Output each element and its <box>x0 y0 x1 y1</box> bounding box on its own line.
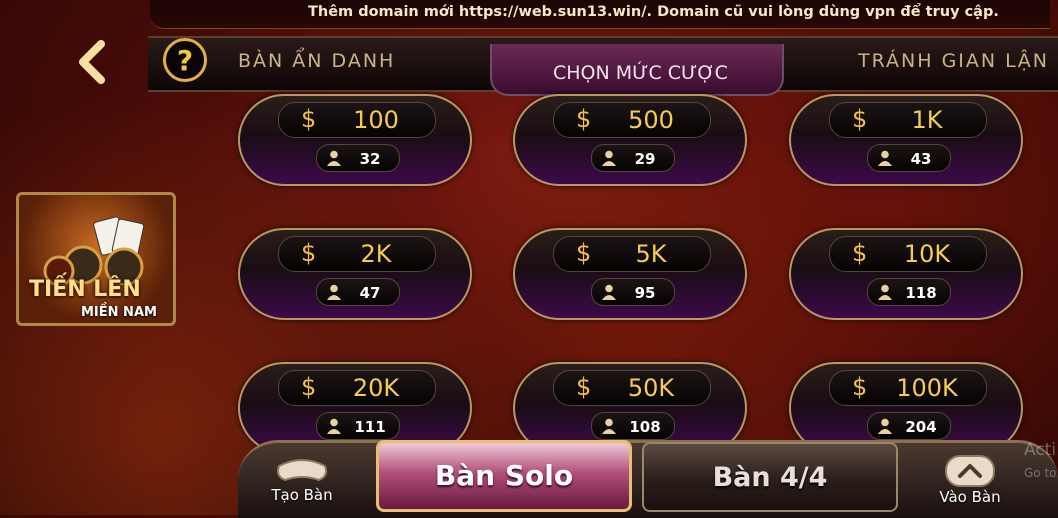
dollar-icon: $ <box>852 239 868 267</box>
player-count-pill: 47 <box>316 278 400 306</box>
player-count: 95 <box>634 284 656 302</box>
join-table-label: Vào Bàn <box>939 488 1001 506</box>
dollar-icon: $ <box>852 373 868 401</box>
four-player-table-label: Bàn 4/4 <box>712 462 828 493</box>
player-count: 204 <box>905 418 937 436</box>
game-logo: TIẾN LÊN MIỀN NAM <box>16 192 176 326</box>
bet-amount: 5K <box>635 240 667 268</box>
chevron-left-icon <box>79 40 105 84</box>
player-count-pill: 32 <box>316 144 400 172</box>
chevron-up-icon <box>945 455 995 487</box>
cards-icon <box>43 216 145 285</box>
bet-card[interactable]: $ 500 29 <box>513 94 747 186</box>
game-logo-title: TIẾN LÊN <box>29 277 141 302</box>
person-icon <box>878 284 892 300</box>
notice-banner: Thêm domain mới https://web.sun13.win/. … <box>150 0 1050 29</box>
person-icon <box>327 150 341 166</box>
create-table-label: Tạo Bàn <box>271 486 333 504</box>
create-table-button[interactable]: Tạo Bàn <box>262 452 342 504</box>
game-logo-subtitle: MIỀN NAM <box>81 305 157 320</box>
four-player-table-button[interactable]: Bàn 4/4 <box>642 442 898 512</box>
bet-amount: 20K <box>352 374 400 402</box>
person-icon <box>602 150 616 166</box>
player-count: 47 <box>359 284 381 302</box>
person-icon <box>327 284 341 300</box>
player-count-pill: 95 <box>591 278 675 306</box>
bet-amount: 2K <box>360 240 392 268</box>
person-icon <box>878 150 892 166</box>
bet-amount: 500 <box>628 106 674 134</box>
notice-text: Thêm domain mới https://web.sun13.win/. … <box>308 4 999 20</box>
bet-amount-pill: $ 10K <box>829 236 987 272</box>
bet-card[interactable]: $ 10K 118 <box>789 228 1023 320</box>
bet-amount-pill: $ 20K <box>278 370 436 406</box>
bet-amount-pill: $ 100 <box>278 102 436 138</box>
bet-card[interactable]: $ 2K 47 <box>238 228 472 320</box>
player-count-pill: 111 <box>316 412 400 440</box>
player-count: 111 <box>354 418 386 436</box>
player-count: 108 <box>629 418 661 436</box>
dollar-icon: $ <box>576 239 592 267</box>
player-count-pill: 118 <box>867 278 951 306</box>
player-count-pill: 43 <box>867 144 951 172</box>
bet-card[interactable]: $ 1K 43 <box>789 94 1023 186</box>
dollar-icon: $ <box>301 105 317 133</box>
bet-amount-pill: $ 50K <box>553 370 711 406</box>
dollar-icon: $ <box>852 105 868 133</box>
bet-amount: 1K <box>911 106 943 134</box>
bet-amount: 100 <box>353 106 399 134</box>
tab-anonymous-table[interactable]: BÀN ẨN DANH <box>238 50 395 72</box>
solo-table-button[interactable]: Bàn Solo <box>376 440 632 512</box>
bet-amount: 50K <box>627 374 675 402</box>
os-watermark-sub: Go to <box>1024 466 1057 480</box>
person-icon <box>878 418 892 434</box>
player-count: 43 <box>910 150 932 168</box>
player-count: 118 <box>905 284 937 302</box>
dollar-icon: $ <box>576 373 592 401</box>
table-icon <box>276 459 328 482</box>
player-count-pill: 108 <box>591 412 675 440</box>
os-watermark: Acti <box>1024 440 1057 460</box>
person-icon <box>602 418 616 434</box>
back-button[interactable] <box>70 38 114 86</box>
bet-amount-pill: $ 5K <box>553 236 711 272</box>
player-count: 29 <box>634 150 656 168</box>
person-icon <box>327 418 341 434</box>
solo-table-label: Bàn Solo <box>434 459 574 492</box>
tab-choose-bet-label: CHỌN MỨC CƯỢC <box>553 62 728 84</box>
bet-amount-pill: $ 2K <box>278 236 436 272</box>
dollar-icon: $ <box>576 105 592 133</box>
bet-amount-pill: $ 100K <box>829 370 987 406</box>
bet-amount-pill: $ 500 <box>553 102 711 138</box>
help-icon: ? <box>176 43 194 77</box>
bet-card[interactable]: $ 5K 95 <box>513 228 747 320</box>
player-count: 32 <box>359 150 381 168</box>
player-count-pill: 204 <box>867 412 951 440</box>
bet-card[interactable]: $ 100 32 <box>238 94 472 186</box>
tab-anti-cheat[interactable]: TRÁNH GIAN LẬN <box>858 50 1049 72</box>
help-button[interactable]: ? <box>163 38 207 82</box>
player-count-pill: 29 <box>591 144 675 172</box>
dollar-icon: $ <box>301 239 317 267</box>
bet-amount: 10K <box>903 240 951 268</box>
bet-amount-pill: $ 1K <box>829 102 987 138</box>
person-icon <box>602 284 616 300</box>
join-table-button[interactable]: Vào Bàn <box>930 452 1010 506</box>
bet-amount: 100K <box>896 374 958 402</box>
dollar-icon: $ <box>301 373 317 401</box>
